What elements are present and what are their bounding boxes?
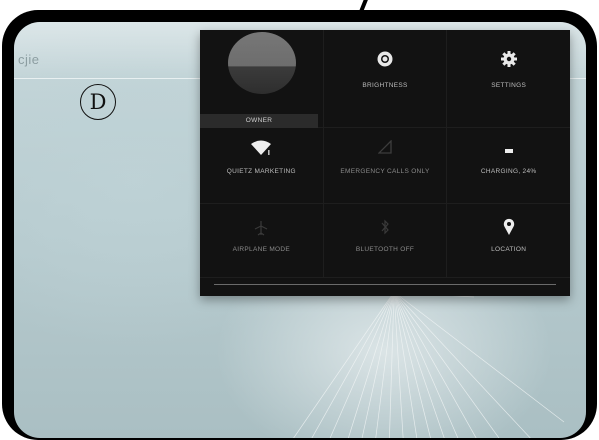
annotation-marker-letter: D bbox=[89, 90, 107, 114]
tile-bluetooth[interactable]: BLUETOOTH OFF bbox=[323, 204, 448, 278]
wifi-icon bbox=[250, 140, 272, 156]
owner-avatar bbox=[228, 32, 296, 94]
tile-wifi-label: QUIETZ MARKETING bbox=[226, 168, 296, 175]
quick-settings-row-3: AIRPLANE MODE BLUETOOTH OFF LOCATION bbox=[200, 204, 571, 278]
tile-brightness-label: BRIGHTNESS bbox=[362, 82, 408, 89]
annotation-marker: D bbox=[80, 84, 116, 120]
panel-drag-handle[interactable] bbox=[214, 284, 556, 285]
gear-icon bbox=[500, 50, 518, 68]
airplane-icon bbox=[254, 220, 268, 236]
tile-owner[interactable]: OWNER bbox=[200, 30, 324, 128]
wallpaper-light-rays bbox=[293, 279, 565, 438]
tile-wifi[interactable]: QUIETZ MARKETING bbox=[200, 128, 324, 204]
tile-settings[interactable]: SETTINGS bbox=[447, 30, 571, 128]
quick-settings-row-1: OWNER BRIGHTNESS SETTINGS bbox=[200, 30, 571, 128]
tile-location-label: LOCATION bbox=[491, 246, 527, 253]
tablet-screen: cjie D OWNER BRIGHTNESS SETTINGS QUIETZ … bbox=[14, 22, 586, 438]
location-pin-icon bbox=[503, 218, 515, 236]
brightness-icon bbox=[376, 50, 394, 68]
tile-airplane-label: AIRPLANE MODE bbox=[232, 246, 291, 253]
tile-owner-label: OWNER bbox=[245, 117, 273, 124]
tile-airplane[interactable]: AIRPLANE MODE bbox=[200, 204, 324, 278]
tile-bluetooth-label: BLUETOOTH OFF bbox=[355, 246, 415, 253]
tile-settings-label: SETTINGS bbox=[491, 82, 527, 89]
bluetooth-icon bbox=[380, 218, 390, 236]
device-frame: cjie D OWNER BRIGHTNESS SETTINGS QUIETZ … bbox=[0, 0, 599, 440]
quick-settings-panel: OWNER BRIGHTNESS SETTINGS QUIETZ MARKETI… bbox=[200, 30, 571, 296]
tile-battery[interactable]: CHARGING, 24% bbox=[447, 128, 571, 204]
quick-settings-row-2: QUIETZ MARKETING EMERGENCY CALLS ONLY CH… bbox=[200, 128, 571, 204]
tile-cellular-label: EMERGENCY CALLS ONLY bbox=[340, 168, 430, 175]
signal-icon bbox=[378, 140, 392, 154]
battery-icon bbox=[504, 140, 514, 154]
tile-location[interactable]: LOCATION bbox=[447, 204, 571, 278]
tile-brightness[interactable]: BRIGHTNESS bbox=[323, 30, 448, 128]
owner-label-bar: OWNER bbox=[200, 114, 318, 128]
corner-logo: cjie bbox=[18, 52, 40, 67]
tile-battery-label: CHARGING, 24% bbox=[480, 168, 537, 175]
tile-cellular[interactable]: EMERGENCY CALLS ONLY bbox=[323, 128, 448, 204]
